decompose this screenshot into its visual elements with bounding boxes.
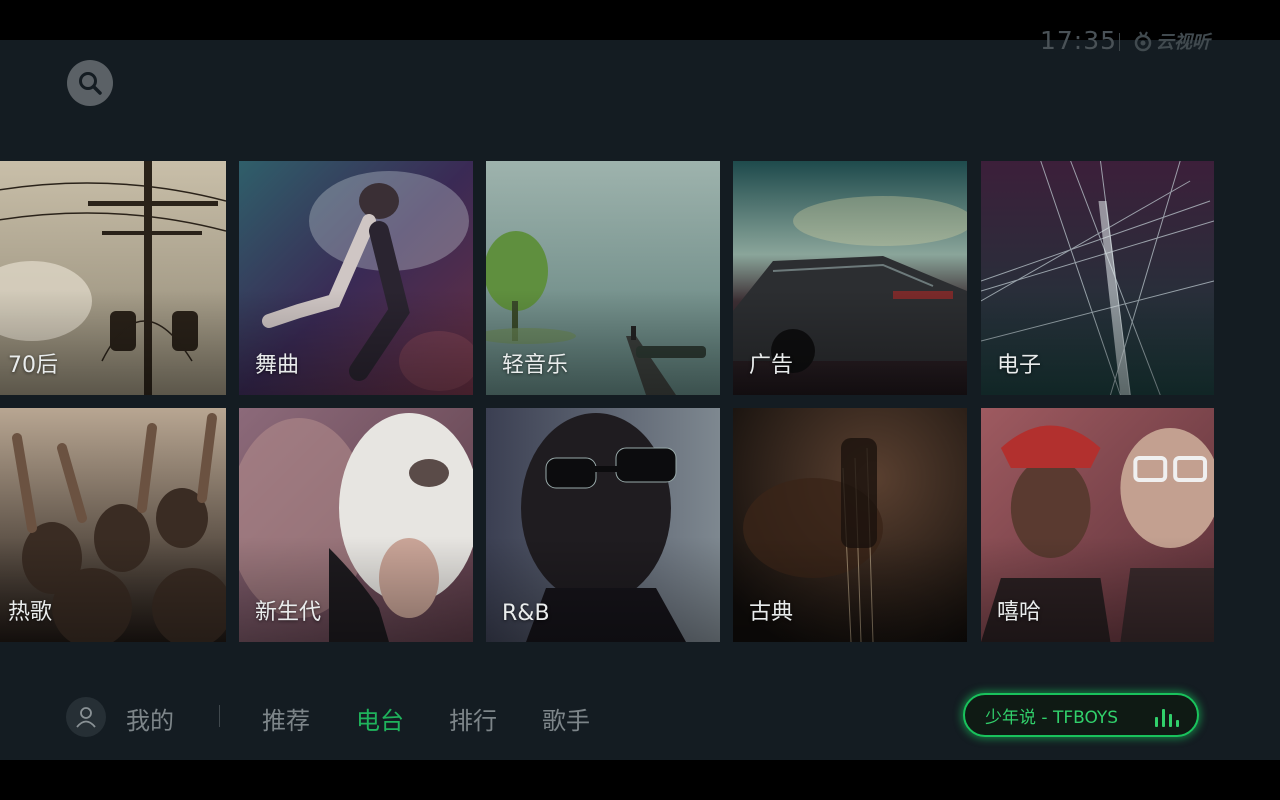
nav-singers[interactable]: 歌手 xyxy=(542,701,590,736)
tile-dance[interactable]: 舞曲 xyxy=(239,161,473,395)
tile-hot-songs[interactable]: 热歌 xyxy=(0,408,226,642)
tile-hiphop[interactable]: 嘻哈 xyxy=(981,408,1214,642)
tile-electronic[interactable]: 电子 xyxy=(981,161,1214,395)
tile-ads[interactable]: 广告 xyxy=(733,161,967,395)
nav-charts[interactable]: 排行 xyxy=(449,701,497,736)
tile-label: 广告 xyxy=(749,353,794,378)
tile-label: R&B xyxy=(502,601,550,626)
tile-label: 热歌 xyxy=(8,600,53,625)
clock: 17:35 xyxy=(1040,26,1118,55)
tile-rnb[interactable]: R&B xyxy=(486,408,720,642)
tile-70s[interactable]: 70后 xyxy=(0,161,226,395)
tile-label: 70后 xyxy=(8,353,58,378)
tile-label: 舞曲 xyxy=(255,353,300,378)
user-avatar[interactable] xyxy=(66,697,106,737)
clock-divider xyxy=(1119,33,1120,51)
tile-label: 嘻哈 xyxy=(997,600,1042,625)
equalizer-icon xyxy=(1155,707,1179,727)
nav-recommend[interactable]: 推荐 xyxy=(262,701,310,736)
app-screen: 17:35 云视听 70后 舞曲 轻音乐 广告 电子 热歌 新生代 R&B 古典… xyxy=(0,26,1280,760)
tile-new-generation[interactable]: 新生代 xyxy=(239,408,473,642)
search-icon xyxy=(79,72,102,95)
tile-label: 新生代 xyxy=(255,600,322,625)
tile-light-music[interactable]: 轻音乐 xyxy=(486,161,720,395)
nav-divider xyxy=(219,705,220,727)
brand-logo: 云视听 xyxy=(1132,28,1210,54)
tile-label: 轻音乐 xyxy=(502,353,569,378)
brand-mark-icon xyxy=(1134,31,1152,52)
user-icon xyxy=(76,707,96,728)
now-playing-title: 少年说 - TFBOYS xyxy=(985,707,1119,728)
nav-mine[interactable]: 我的 xyxy=(126,701,174,736)
brand-name: 云视听 xyxy=(1156,32,1210,53)
now-playing-button[interactable]: 少年说 - TFBOYS xyxy=(963,693,1199,737)
tile-label: 古典 xyxy=(749,600,794,625)
nav-radio[interactable]: 电台 xyxy=(356,701,404,736)
bottom-nav: 我的 推荐 电台 排行 歌手 xyxy=(0,697,900,739)
tile-label: 电子 xyxy=(997,353,1042,378)
letterbox-bottom xyxy=(0,760,1280,800)
tile-classical[interactable]: 古典 xyxy=(733,408,967,642)
search-button[interactable] xyxy=(67,60,113,106)
